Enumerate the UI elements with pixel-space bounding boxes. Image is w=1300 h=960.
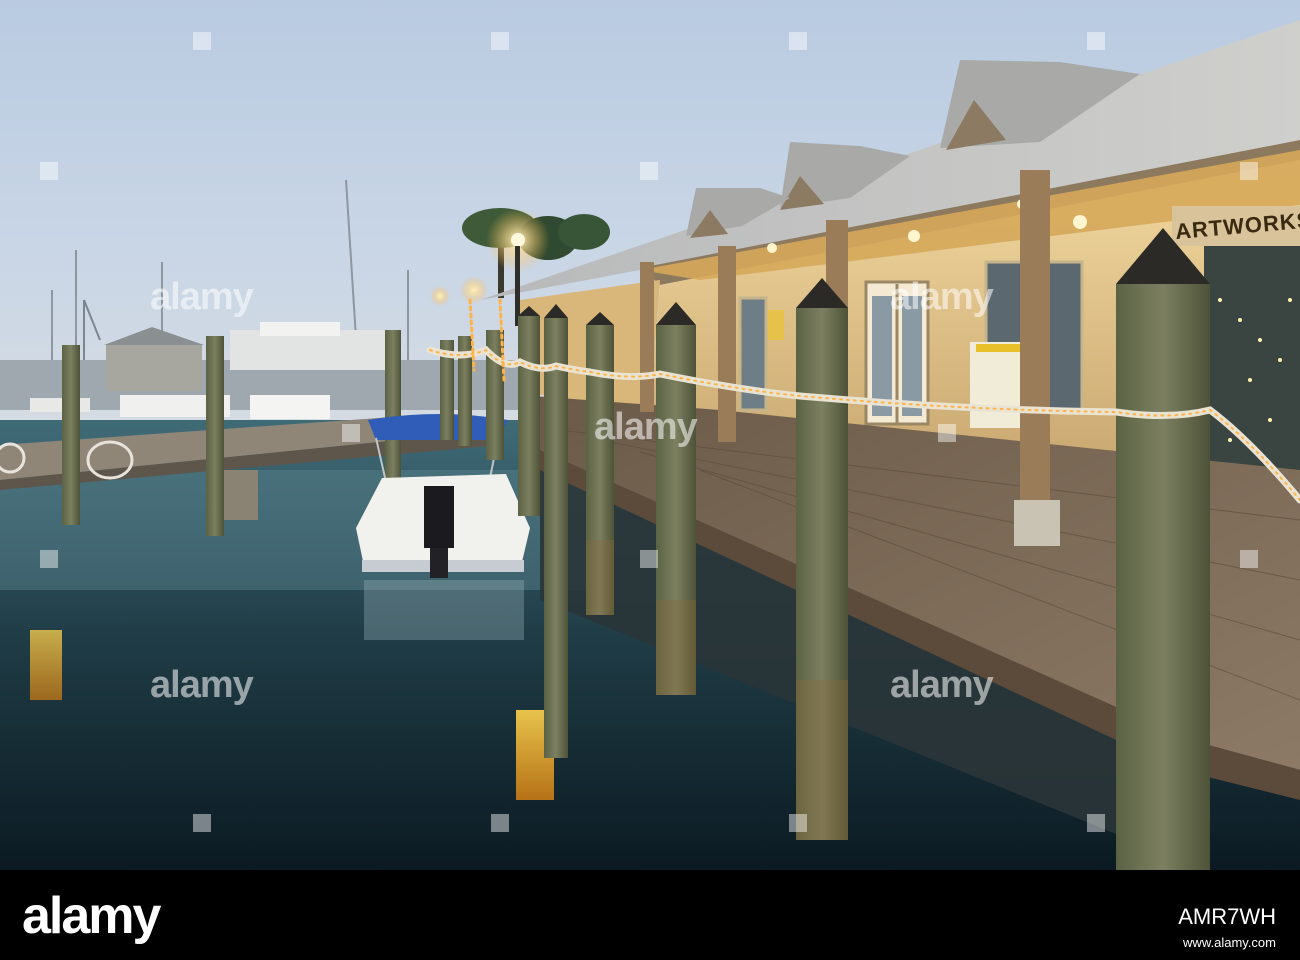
watermark: alamy <box>150 276 254 318</box>
watermark-mark <box>40 550 58 568</box>
alamy-logo[interactable]: alamy <box>22 890 161 942</box>
shed <box>106 345 202 391</box>
watermark: alamy <box>150 664 254 706</box>
watermark: alamy <box>594 406 698 448</box>
watermark-mark <box>789 814 807 832</box>
watermark-mark <box>193 32 211 50</box>
watermark: alamy <box>890 664 994 706</box>
watermark-mark <box>1087 32 1105 50</box>
watermark-mark <box>193 814 211 832</box>
watermark-mark <box>938 424 956 442</box>
outboard-motor <box>424 486 454 548</box>
watermark-mark <box>789 32 807 50</box>
watermark-mark <box>1240 162 1258 180</box>
image-id: AMR7WH <box>1178 904 1276 929</box>
watermark-mark <box>1087 814 1105 832</box>
alamy-url[interactable]: www.alamy.com <box>1183 936 1276 949</box>
watermark-mark <box>491 814 509 832</box>
watermark: alamy <box>890 276 994 318</box>
watermark-mark <box>342 424 360 442</box>
watermark-mark <box>1240 550 1258 568</box>
light-reflection <box>30 630 62 700</box>
watermark-mark <box>491 32 509 50</box>
watermark-mark <box>40 162 58 180</box>
photo: ARTWORKS alamy alamy alamy alamy alamy <box>0 0 1300 870</box>
watermark-mark <box>640 162 658 180</box>
watermark-mark <box>640 550 658 568</box>
footer-bar: alamy AMR7WH www.alamy.com <box>0 870 1300 960</box>
